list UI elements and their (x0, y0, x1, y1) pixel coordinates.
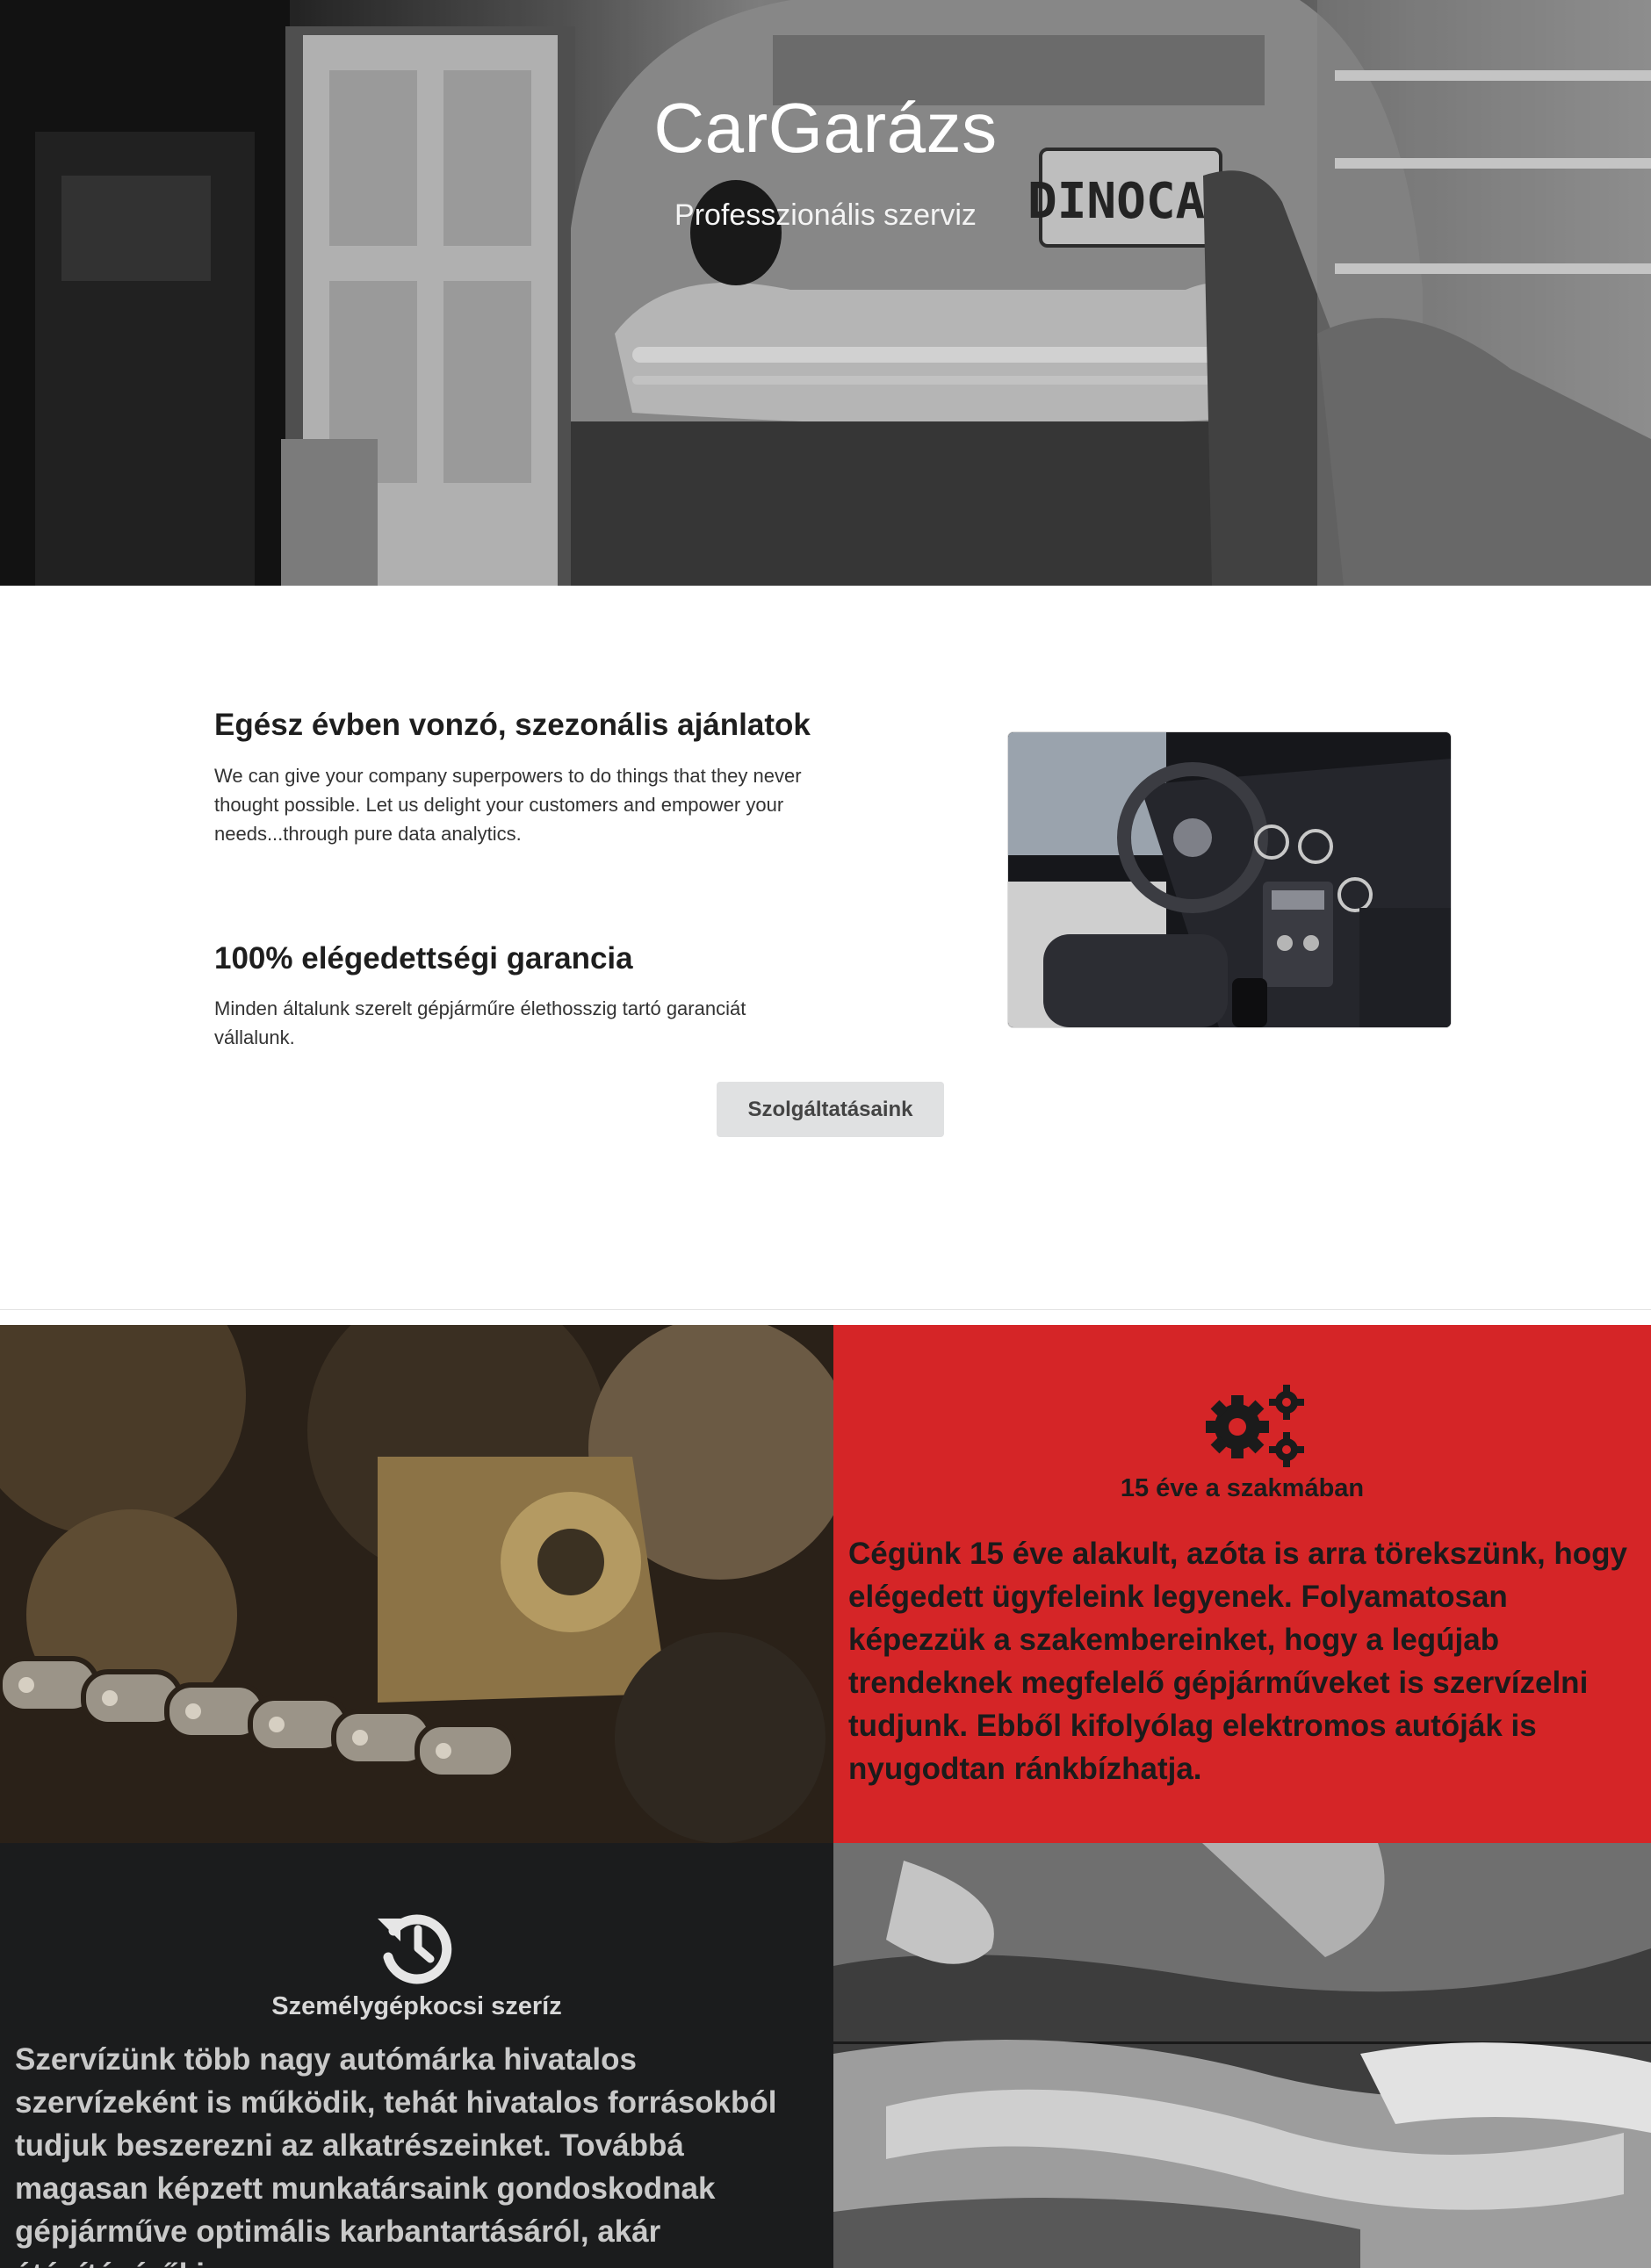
service-text: Szervízünk több nagy autómárka hivatalos… (15, 2042, 777, 2268)
site-subtitle: Professzionális szerviz (674, 198, 977, 232)
car-interior-image (1008, 732, 1451, 1027)
section-divider (0, 1309, 1651, 1310)
site-title: CarGarázs (653, 89, 998, 167)
service-panel: Személygépkocsi szeríz Szervízünk több n… (0, 1843, 833, 2268)
guarantee-text: Minden általunk szerelt gépjárműre életh… (214, 997, 746, 1048)
history-icon (378, 1914, 452, 1984)
service-heading: Személygépkocsi szeríz (271, 1992, 562, 2020)
engine-gears-image (0, 1325, 833, 1843)
experience-heading: 15 éve a szakmában (1120, 1474, 1365, 1502)
guarantee-title: 100% elégedettségi garancia (214, 941, 633, 976)
experience-panel: 15 éve a szakmában Cégünk 15 éve alakult… (833, 1325, 1651, 1843)
offer-title: Egész évben vonzó, szezonális ajánlatok (214, 708, 811, 742)
offer-text: We can give your company superpowers to … (214, 765, 802, 845)
services-button[interactable]: Szolgáltatásaink (717, 1082, 944, 1137)
experience-text: Cégünk 15 éve alakult, azóta is arra tör… (848, 1537, 1627, 1786)
hero-section: DINOCAR CarGarázs Professzionális szervi… (0, 0, 1651, 586)
cogs-icon (1206, 1385, 1304, 1467)
wrenches-image (833, 1843, 1651, 2268)
